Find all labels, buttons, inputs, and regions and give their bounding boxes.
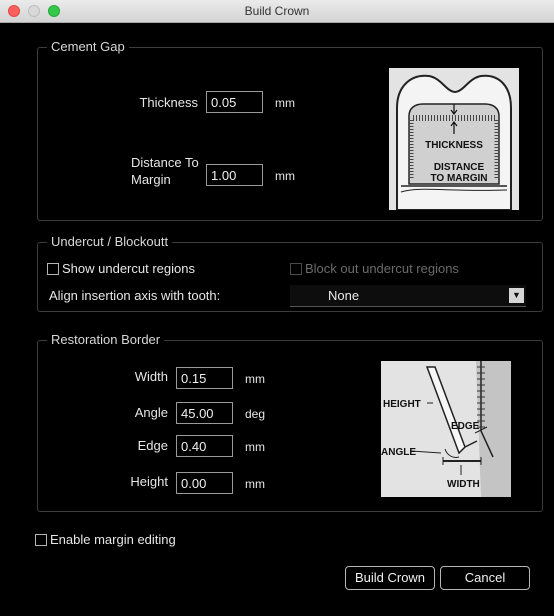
thickness-input[interactable] [206, 91, 263, 113]
show-undercut-checkbox[interactable] [47, 263, 59, 275]
diagram-edge-label: EDGE [451, 421, 480, 432]
thickness-label: Thickness [139, 95, 198, 110]
diagram-height-label: HEIGHT [383, 399, 421, 410]
edge-unit: mm [245, 440, 265, 454]
distance-to-margin-input[interactable] [206, 164, 263, 186]
restoration-border-diagram: HEIGHT EDGE ANGLE WIDTH [381, 361, 511, 497]
window-title: Build Crown [244, 4, 310, 18]
angle-unit: deg [245, 407, 266, 421]
cement-gap-group: Cement Gap Thickness mm Distance To Marg… [37, 39, 543, 221]
chevron-down-icon[interactable]: ▼ [509, 288, 524, 303]
diagram-distance-label-line2: TO MARGIN [430, 173, 487, 184]
height-unit: mm [245, 477, 265, 491]
height-input[interactable] [176, 472, 233, 494]
block-out-checkbox[interactable] [290, 263, 302, 275]
angle-label: Angle [134, 405, 168, 420]
enable-margin-editing-label[interactable]: Enable margin editing [50, 532, 176, 547]
distance-label-line2: Margin [131, 172, 171, 187]
diagram-angle-label: ANGLE [381, 447, 416, 458]
diagram-thickness-label: THICKNESS [425, 140, 483, 151]
edge-input[interactable] [176, 435, 233, 457]
build-crown-window: Build Crown Cement Gap Thickness mm Dist… [0, 0, 554, 616]
distance-to-margin-label: Distance To Margin [131, 154, 203, 188]
diagram-width-label: WIDTH [447, 479, 480, 490]
show-undercut-label[interactable]: Show undercut regions [62, 261, 195, 276]
angle-input[interactable] [176, 402, 233, 424]
align-axis-select[interactable]: None ▼ [290, 285, 526, 307]
width-input[interactable] [176, 367, 233, 389]
margin-profile-illustration: HEIGHT EDGE ANGLE WIDTH [381, 361, 511, 497]
restoration-border-group: Restoration Border Width mm Angle deg Ed… [37, 332, 543, 512]
block-out-label[interactable]: Block out undercut regions [305, 261, 459, 276]
title-bar[interactable]: Build Crown [0, 0, 554, 23]
width-unit: mm [245, 372, 265, 386]
height-label: Height [130, 474, 168, 489]
crown-cross-section-illustration: THICKNESS DISTANCE TO MARGIN [396, 74, 512, 210]
cement-gap-diagram: THICKNESS DISTANCE TO MARGIN [389, 68, 519, 210]
cement-gap-legend: Cement Gap [47, 39, 129, 54]
undercut-group: Undercut / Blockoutt Show undercut regio… [37, 234, 543, 312]
thickness-unit: mm [275, 96, 295, 110]
align-axis-label: Align insertion axis with tooth: [49, 288, 221, 303]
diagram-distance-label-line1: DISTANCE [434, 162, 485, 173]
cancel-button[interactable]: Cancel [440, 566, 530, 590]
width-label: Width [134, 369, 168, 384]
distance-to-margin-unit: mm [275, 169, 295, 183]
undercut-legend: Undercut / Blockoutt [47, 234, 173, 249]
enable-margin-editing-checkbox[interactable] [35, 534, 47, 546]
align-axis-value: None [328, 288, 360, 303]
distance-label-line1: Distance To [131, 155, 199, 170]
restoration-border-legend: Restoration Border [47, 332, 165, 347]
edge-label: Edge [137, 438, 168, 453]
build-crown-button[interactable]: Build Crown [345, 566, 435, 590]
